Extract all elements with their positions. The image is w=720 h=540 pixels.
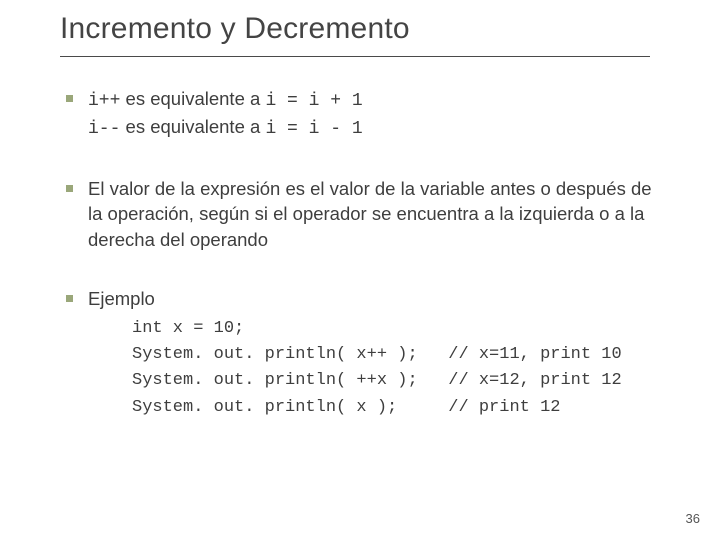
text-inline: es equivalente a: [120, 88, 265, 109]
bullet-item-3: Ejemplo int x = 10; System. out. println…: [60, 286, 660, 421]
slide: Incremento y Decremento i++ es equivalen…: [0, 0, 720, 540]
code-inline: i--: [88, 119, 120, 139]
bullet2-text: El valor de la expresión es el valor de …: [88, 178, 652, 250]
slide-title: Incremento y Decremento: [60, 12, 410, 46]
title-underline: [60, 56, 650, 57]
code-inline: i = i - 1: [265, 119, 362, 139]
bullet-list: i++ es equivalente a i = i + 1 i-- es eq…: [60, 86, 660, 421]
code-inline: i++: [88, 91, 120, 111]
example-code-block: int x = 10; System. out. println( x++ );…: [132, 316, 660, 421]
code-inline: i = i + 1: [265, 91, 362, 111]
bullet1-line2: i-- es equivalente a i = i - 1: [88, 114, 660, 142]
bullet-item-2: El valor de la expresión es el valor de …: [60, 176, 660, 253]
bullet1-line1: i++ es equivalente a i = i + 1: [88, 86, 660, 114]
bullet3-label: Ejemplo: [88, 288, 155, 309]
page-number: 36: [686, 511, 700, 526]
content-area: i++ es equivalente a i = i + 1 i-- es eq…: [60, 86, 660, 455]
text-inline: es equivalente a: [120, 116, 265, 137]
bullet-item-1: i++ es equivalente a i = i + 1 i-- es eq…: [60, 86, 660, 142]
